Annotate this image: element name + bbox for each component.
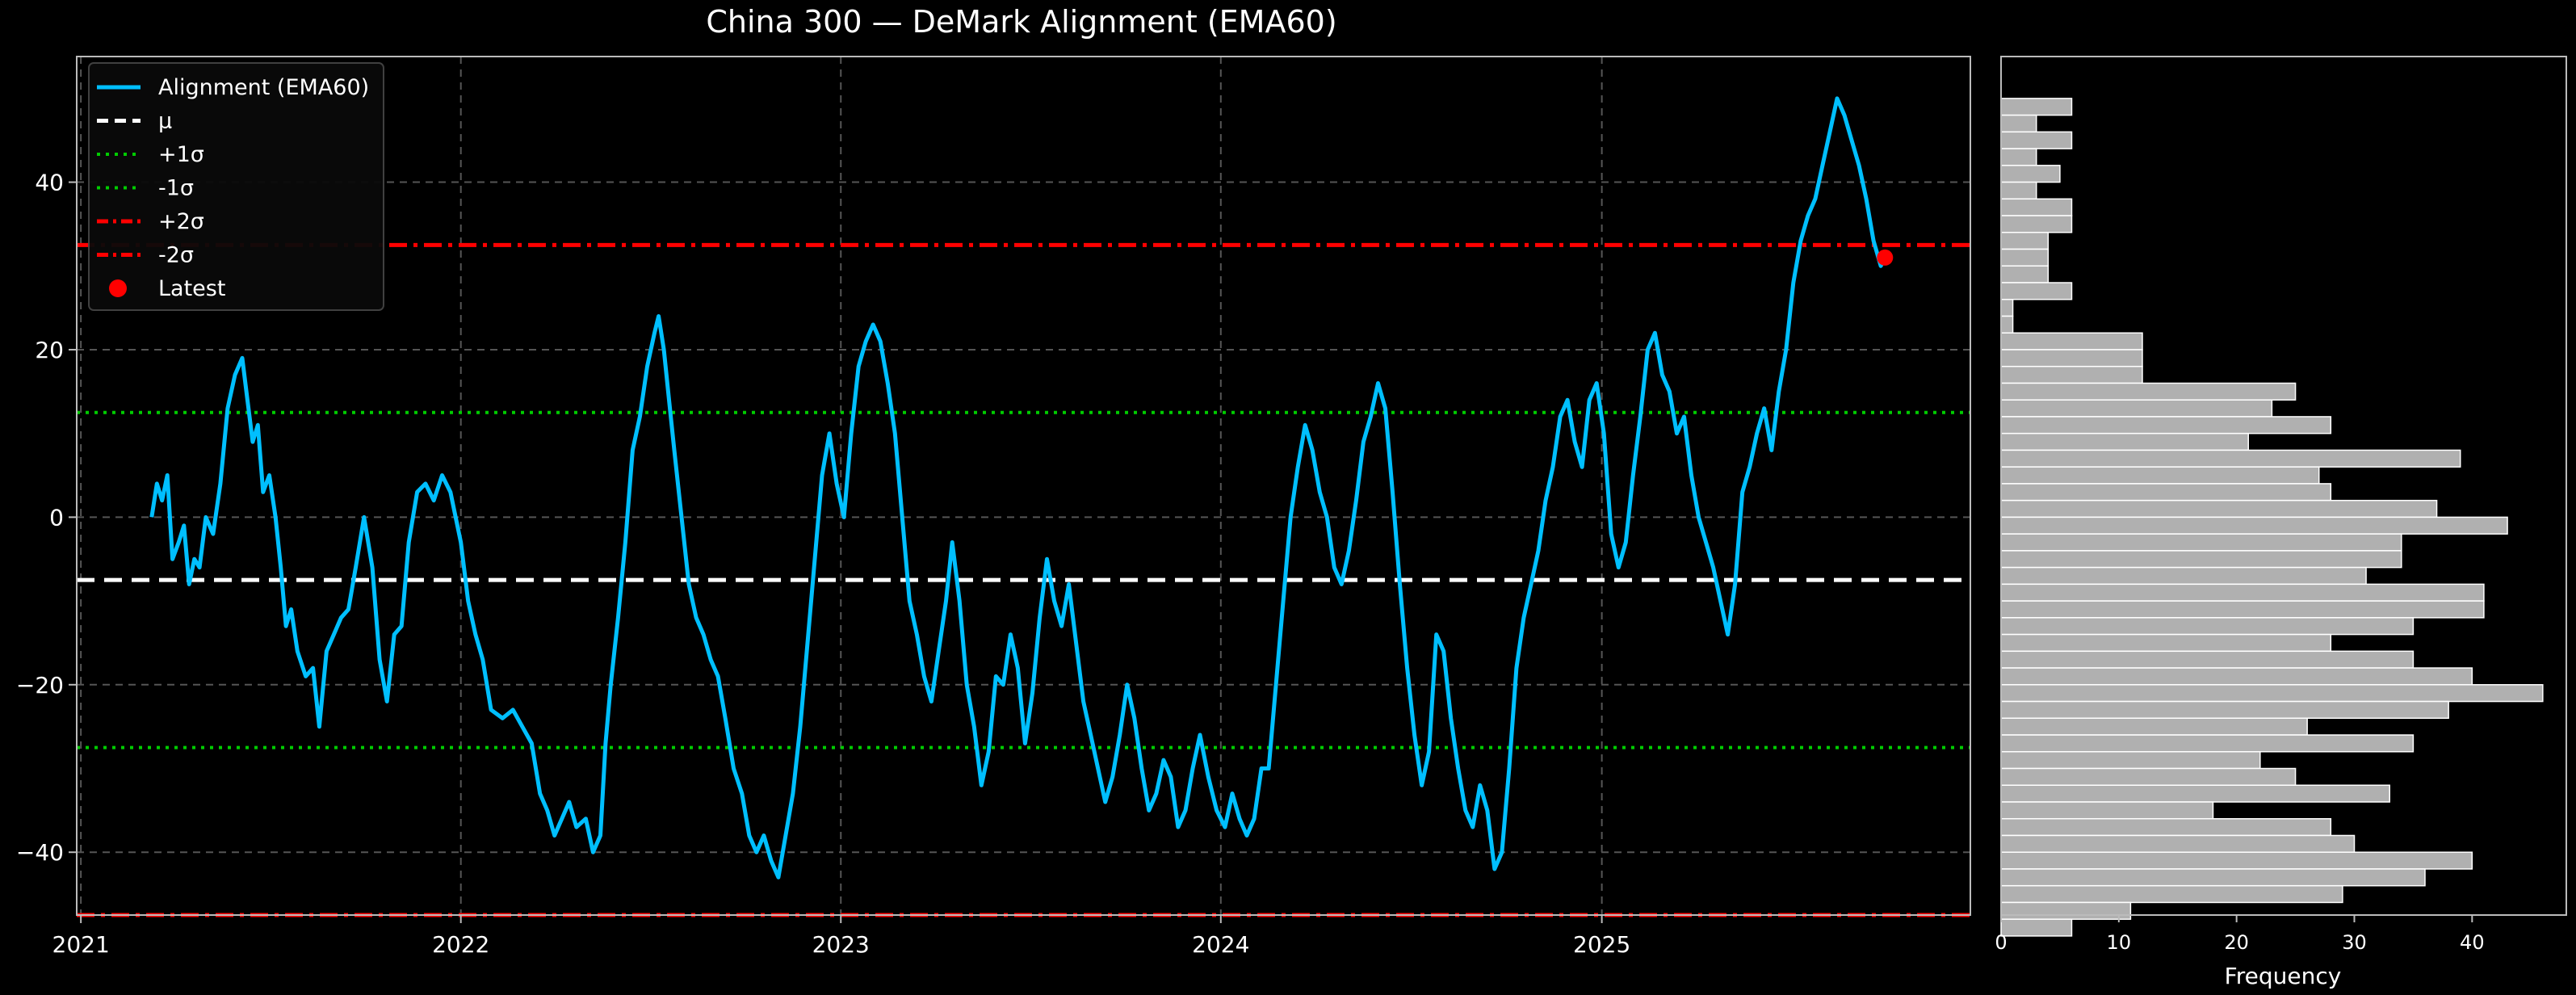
x-tick-label: 2025 [1573, 931, 1630, 958]
histogram-x-tick-label: 40 [2460, 931, 2485, 954]
histogram-bar [2000, 583, 2485, 602]
y-tick-label: −20 [16, 672, 64, 699]
x-tick-label: 2022 [432, 931, 489, 958]
x-tick-label: 2023 [812, 931, 870, 958]
histogram-bar [2000, 265, 2049, 283]
legend-label: -2σ [158, 243, 194, 268]
legend-swatch-latest [109, 279, 127, 297]
x-tick-label: 2024 [1192, 931, 1249, 958]
histogram-bar [2000, 499, 2438, 518]
legend-label: +1σ [158, 142, 204, 167]
histogram-bar [2000, 483, 2332, 502]
histogram-bar [2000, 566, 2367, 586]
histogram-x-tick-label: 30 [2342, 931, 2367, 954]
histogram-bar [2000, 432, 2249, 451]
histogram-bar [2000, 550, 2402, 569]
histogram-bar [2000, 767, 2297, 787]
histogram-bar [2000, 734, 2414, 753]
histogram-bar [2000, 817, 2332, 837]
histogram-bar [2000, 349, 2143, 367]
histogram-bar [2000, 382, 2297, 401]
x-tick-label: 2021 [52, 931, 110, 958]
histogram-bar [2000, 98, 2073, 116]
histogram-bar [2000, 215, 2073, 233]
chart-title: China 300 — DeMark Alignment (EMA60) [706, 4, 1336, 40]
legend-label: Alignment (EMA60) [158, 75, 369, 100]
histogram-bar [2000, 901, 2132, 920]
histogram-bar [2000, 834, 2356, 853]
histogram-bar [2000, 232, 2049, 250]
histogram-bar [2000, 918, 2073, 937]
legend-label: Latest [158, 276, 225, 301]
histogram-x-axis-label: Frequency [2225, 963, 2342, 989]
histogram-bar [2000, 650, 2414, 669]
histogram-bar [2000, 884, 2343, 904]
y-tick-label: 0 [49, 504, 64, 531]
legend-label: +2σ [158, 209, 204, 234]
histogram-bar [2000, 717, 2308, 736]
histogram-bar [2000, 114, 2037, 133]
legend-label: -1σ [158, 176, 194, 201]
y-tick-label: 20 [35, 337, 64, 363]
histogram-bar [2000, 332, 2143, 351]
histogram-bar [2000, 416, 2332, 435]
histogram-bar [2000, 751, 2261, 770]
histogram-bar [2000, 399, 2273, 418]
y-tick-label: 40 [35, 170, 64, 196]
histogram-bar [2000, 299, 2014, 317]
histogram-bar [2000, 248, 2049, 267]
histogram-bar [2000, 449, 2461, 468]
legend: Alignment (EMA60) μ +1σ -1σ +2σ -2σ Latest [88, 62, 384, 311]
histogram-bar [2000, 516, 2508, 535]
histogram-bar [2000, 282, 2073, 300]
chart-canvas: China 300 — DeMark Alignment (EMA60) 202… [0, 0, 2576, 995]
histogram-bar [2000, 851, 2473, 870]
histogram-bar [2000, 131, 2073, 149]
histogram-bar [2000, 801, 2214, 820]
histogram-bar [2000, 868, 2426, 887]
legend-label: μ [158, 109, 172, 134]
histogram-x-tick-label: 10 [2107, 931, 2132, 954]
histogram-bar [2000, 700, 2449, 720]
y-tick-label: −40 [16, 839, 64, 866]
histogram-bar [2000, 165, 2061, 183]
histogram-x-tick-label: 20 [2224, 931, 2249, 954]
histogram-bar [2000, 315, 2014, 334]
histogram-bar [2000, 600, 2485, 619]
histogram-bar [2000, 684, 2544, 703]
histogram-bar [2000, 466, 2320, 485]
histogram-bar [2000, 633, 2332, 653]
histogram-bar [2000, 667, 2473, 686]
histogram-bar [2000, 181, 2037, 200]
histogram-bar [2000, 617, 2414, 636]
histogram-x-tick-label: 0 [1995, 931, 2007, 954]
histogram-bar [2000, 148, 2037, 166]
histogram-bar [2000, 533, 2402, 552]
histogram-bar [2000, 784, 2390, 803]
histogram-bar [2000, 365, 2143, 384]
latest-point-marker [1877, 249, 1894, 266]
histogram-bar [2000, 198, 2073, 216]
